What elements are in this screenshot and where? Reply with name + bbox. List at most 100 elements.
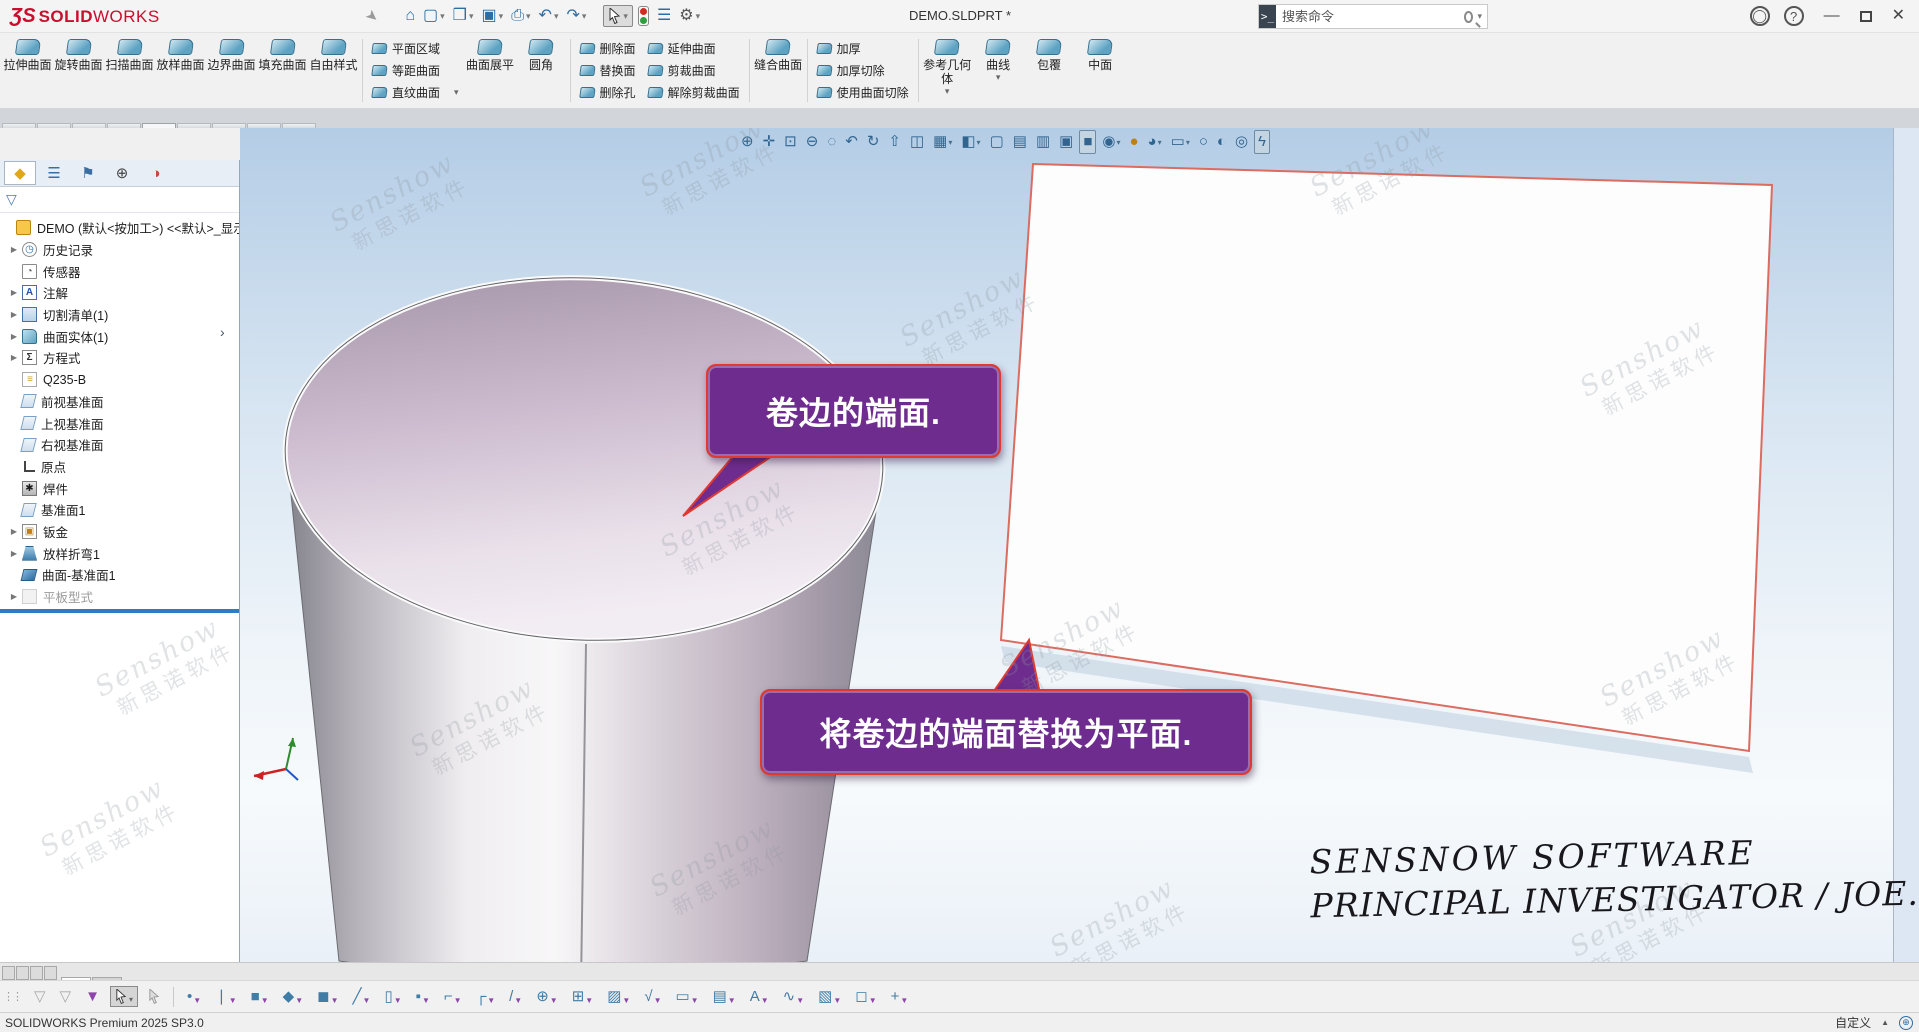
btn-filled-surface[interactable]: 填充曲面 bbox=[257, 35, 308, 106]
filter-select-button[interactable]: ▾ bbox=[110, 986, 138, 1007]
fm-tab-propertymanager-icon[interactable]: ☰ bbox=[38, 161, 70, 185]
btn-lofted-surface[interactable]: 放样曲面 bbox=[155, 35, 206, 106]
tree-item-material[interactable]: ≡ Q235-B bbox=[0, 369, 239, 391]
tree-item-weldment[interactable]: ✱ 焊件 bbox=[0, 477, 239, 499]
tab-features[interactable] bbox=[2, 123, 36, 128]
tree-item-history[interactable]: ▶ ◷ 历史记录 bbox=[0, 239, 239, 261]
search-dropdown-icon[interactable]: ▾ bbox=[1477, 11, 1482, 22]
select-tool-button[interactable]: ▾ bbox=[603, 5, 633, 27]
filter-hatch-icon[interactable]: ▨▼ bbox=[603, 986, 634, 1007]
shaded-with-edges-icon[interactable]: ▣ bbox=[1056, 131, 1076, 153]
tree-item-origin[interactable]: 原点 bbox=[0, 456, 239, 478]
tree-item-top-plane[interactable]: 上视基准面 bbox=[0, 412, 239, 434]
btn-midsurface[interactable]: 中面 bbox=[1075, 35, 1126, 106]
wireframe-icon[interactable]: ▢ bbox=[987, 131, 1007, 153]
open-icon[interactable]: ❒▾ bbox=[450, 4, 477, 28]
tab-weldments[interactable] bbox=[72, 123, 106, 128]
btn-delete-hole[interactable]: 删除孔 bbox=[576, 81, 640, 103]
tree-item-sheet-metal[interactable]: ▶ ▣ 钣金 bbox=[0, 521, 239, 543]
tab-next-icon[interactable] bbox=[30, 966, 43, 980]
tab-sketch[interactable] bbox=[37, 123, 71, 128]
filter-axes-icon[interactable]: ╱▼ bbox=[348, 986, 374, 1007]
tree-item-sensors[interactable]: ◔ 传感器 bbox=[0, 260, 239, 282]
btn-wrap[interactable]: 包覆 bbox=[1024, 35, 1075, 106]
view-orientation-icon[interactable]: ⇧ bbox=[885, 131, 904, 153]
filter-dimensions-icon[interactable]: ▭▼ bbox=[671, 986, 702, 1007]
btn-thickened-cut[interactable]: 加厚切除 bbox=[813, 60, 913, 82]
filter-origin-icon[interactable]: ⊕▼ bbox=[532, 986, 562, 1007]
window-close-button[interactable]: ✕ bbox=[1886, 1, 1911, 31]
filter-midpoints-icon[interactable]: ┌▼ bbox=[472, 986, 500, 1007]
undo-icon[interactable]: ↶▾ bbox=[536, 4, 562, 28]
filter-vertices-icon[interactable]: •▼ bbox=[183, 986, 205, 1007]
rollback-bar[interactable] bbox=[0, 609, 239, 613]
zoom-to-area-icon[interactable]: ⊡ bbox=[781, 131, 800, 153]
filter-solid-bodies-icon[interactable]: ◼▼ bbox=[313, 986, 342, 1007]
search-icon[interactable] bbox=[1464, 11, 1473, 23]
camera-icon[interactable]: ◎ bbox=[1232, 131, 1251, 153]
tree-filter-row[interactable]: ▽ bbox=[0, 187, 239, 213]
btn-swept-surface[interactable]: 扫描曲面 bbox=[104, 35, 155, 106]
hidden-lines-removed-icon[interactable]: ▥ bbox=[1033, 131, 1053, 153]
toolbar-grip[interactable]: ⋮⋮ bbox=[3, 990, 21, 1003]
zoom-to-fit-icon[interactable]: ⊕ bbox=[738, 131, 757, 153]
tree-item-front-plane[interactable]: 前视基准面 bbox=[0, 391, 239, 413]
fm-tab-displaymanager-icon[interactable]: ◑ bbox=[140, 161, 172, 185]
btn-trim-surface[interactable]: 剪裁曲面 bbox=[644, 60, 744, 82]
pin-menu-icon[interactable]: ➤ bbox=[361, 5, 382, 27]
btn-planar-surface[interactable]: 平面区域 bbox=[368, 38, 463, 60]
fm-tab-featuremanager-icon[interactable]: ◆ bbox=[4, 161, 36, 185]
tree-item-surface-plane1[interactable]: 曲面-基准面1 bbox=[0, 564, 239, 586]
save-icon[interactable]: ▣▾ bbox=[479, 4, 507, 28]
tab-prev-icon[interactable] bbox=[16, 966, 29, 980]
apply-scene-icon[interactable]: ◕▾ bbox=[1145, 131, 1165, 153]
filter-edges-icon[interactable]: ❘▼ bbox=[211, 986, 241, 1007]
tab-sheet-metal[interactable] bbox=[107, 123, 141, 128]
filter-coordinate-systems-icon[interactable]: ⊞▼ bbox=[568, 986, 598, 1007]
tab-direct-editing[interactable] bbox=[177, 123, 211, 128]
filter-sketch-points-icon[interactable]: ▪▼ bbox=[412, 986, 434, 1007]
btn-flatten-surface[interactable]: 曲面展平 bbox=[465, 35, 516, 106]
filter-centerline-icon[interactable]: /▼ bbox=[505, 986, 526, 1007]
rotate-view-icon[interactable]: ↻ bbox=[864, 131, 883, 153]
edit-appearance-icon[interactable]: ● bbox=[1126, 131, 1141, 153]
drawing-view-icon[interactable]: ▦▾ bbox=[930, 131, 955, 153]
btn-boundary-surface[interactable]: 边界曲面 bbox=[206, 35, 257, 106]
file-properties-icon[interactable]: ☰ bbox=[654, 4, 674, 28]
btn-fillet[interactable]: 圆角 bbox=[516, 35, 567, 106]
tab-solidworks-addins[interactable] bbox=[282, 123, 316, 128]
select-through-icon[interactable] bbox=[144, 987, 164, 1006]
btn-extruded-surface[interactable]: 拉伸曲面 bbox=[2, 35, 53, 106]
btn-delete-face[interactable]: 删除面 bbox=[576, 38, 640, 60]
btn-ruled-surface[interactable]: 直纹曲面▾ bbox=[368, 81, 463, 103]
btn-thicken[interactable]: 加厚 bbox=[813, 38, 913, 60]
previous-view-icon[interactable]: ↶ bbox=[842, 131, 861, 153]
hide-show-items-icon[interactable]: ◉▾ bbox=[1099, 131, 1123, 153]
shaded-icon[interactable]: ■ bbox=[1079, 130, 1096, 154]
btn-extend-surface[interactable]: 延伸曲面 bbox=[644, 38, 744, 60]
btn-reference-geometry[interactable]: 参考几何体▾ bbox=[922, 35, 973, 106]
filter-faces-icon[interactable]: ■▼ bbox=[247, 986, 273, 1007]
fm-expand-icon[interactable]: › bbox=[212, 324, 233, 340]
view-settings-icon[interactable]: ▭▾ bbox=[1168, 131, 1193, 153]
zoom-in-out-icon[interactable]: ⊖ bbox=[803, 131, 822, 153]
hidden-lines-visible-icon[interactable]: ▤ bbox=[1010, 131, 1030, 153]
account-icon[interactable]: ◯ bbox=[1750, 6, 1770, 26]
filter-surface-bodies-icon[interactable]: ◆▼ bbox=[279, 986, 307, 1007]
tree-item-equations[interactable]: ▶ Σ 方程式 bbox=[0, 347, 239, 369]
ambient-occlusion-icon[interactable]: ◐ bbox=[1214, 131, 1229, 153]
btn-freeform[interactable]: 自由样式 bbox=[308, 35, 359, 106]
tree-item-flat-pattern[interactable]: ▶ 平板型式 bbox=[0, 586, 239, 608]
home-icon[interactable]: ⌂ bbox=[402, 4, 418, 28]
search-input[interactable] bbox=[1276, 9, 1464, 24]
instant-view-icon[interactable]: ϟ bbox=[1254, 130, 1270, 154]
tree-item-lofted-bend1[interactable]: ▶ 放样折弯1 bbox=[0, 542, 239, 564]
web-globe-icon[interactable]: ⊕ bbox=[1899, 1016, 1913, 1030]
status-expand-icon[interactable]: ▲ bbox=[1881, 1018, 1889, 1027]
filter-datums-icon[interactable]: A▼ bbox=[746, 986, 773, 1007]
tab-surfaces[interactable] bbox=[142, 123, 176, 128]
help-icon[interactable]: ? bbox=[1784, 6, 1804, 26]
btn-cut-with-surface[interactable]: 使用曲面切除 bbox=[813, 81, 913, 103]
command-search[interactable]: >_ ▾ bbox=[1258, 4, 1488, 29]
magnify-icon[interactable]: ◌ bbox=[824, 131, 839, 153]
